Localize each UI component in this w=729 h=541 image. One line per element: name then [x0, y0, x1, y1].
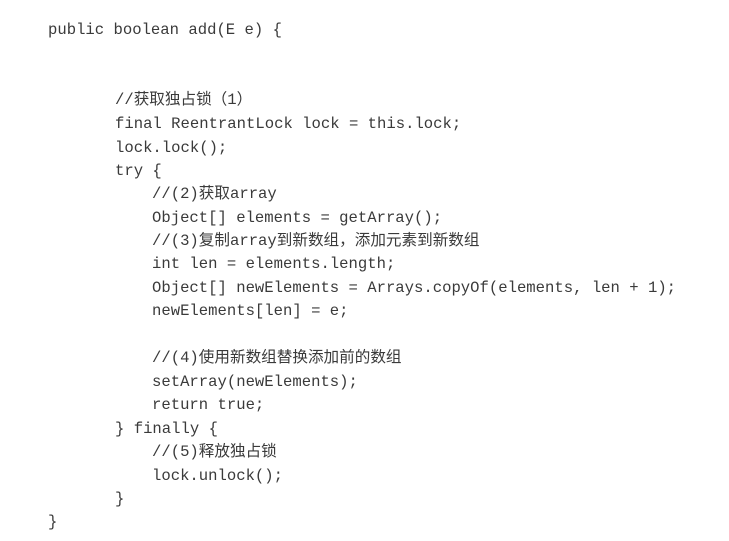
code-comment: //(3)复制array到新数组，添加元素到新数组 — [152, 232, 480, 250]
code-line: public boolean add(E e) { — [48, 21, 282, 39]
code-line: setArray(newElements); — [152, 373, 358, 391]
code-line: Object[] newElements = Arrays.copyOf(ele… — [152, 279, 677, 297]
code-comment: //(4)使用新数组替换添加前的数组 — [152, 349, 402, 367]
code-line: newElements[len] = e; — [152, 302, 349, 320]
code-line: lock.lock(); — [115, 139, 228, 157]
code-comment: //(2)获取array — [152, 185, 277, 203]
code-line: } finally { — [115, 420, 218, 438]
code-comment: //(5)释放独占锁 — [152, 443, 277, 461]
code-line: } — [48, 513, 58, 531]
code-comment: //获取独占锁（1） — [115, 91, 253, 109]
code-line: Object[] elements = getArray(); — [152, 209, 443, 227]
code-line: lock.unlock(); — [152, 467, 284, 485]
code-line: return true; — [152, 396, 265, 414]
code-line: try { — [115, 162, 162, 180]
code-line: } — [115, 490, 125, 508]
code-line: int len = elements.length; — [152, 255, 396, 273]
code-line: final ReentrantLock lock = this.lock; — [115, 115, 462, 133]
